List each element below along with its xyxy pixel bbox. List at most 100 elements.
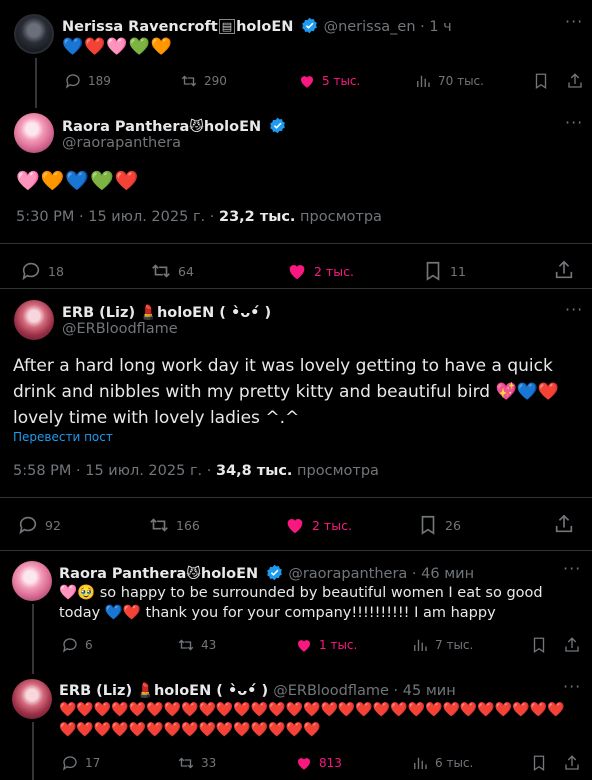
like-count: 813 xyxy=(319,756,342,770)
reply-count: 189 xyxy=(88,74,111,88)
display-name-suffix[interactable]: holoEN ( •̀ᴗ•́ ) xyxy=(157,305,271,321)
views-count: 6 тыс. xyxy=(435,756,474,770)
reply-icon xyxy=(65,74,80,89)
verified-icon xyxy=(270,117,286,134)
heart-icon xyxy=(298,640,310,652)
bookmark-icon[interactable] xyxy=(532,72,550,90)
repost-button[interactable]: 290 xyxy=(180,72,227,90)
like-count: 2 тыс. xyxy=(314,263,354,279)
repost-icon xyxy=(150,518,168,532)
more-options-icon[interactable]: ··· xyxy=(565,12,583,31)
tweet-text: After a hard long work day it was lovely… xyxy=(13,356,559,428)
more-options-icon[interactable]: ··· xyxy=(563,559,581,578)
handle-time[interactable]: @ERBloodflame · 45 мин xyxy=(273,683,455,699)
avatar[interactable] xyxy=(12,679,52,719)
tweet-header: ERB (Liz) 💄holoEN ( •̀ᴗ•́ ) xyxy=(62,302,271,321)
timestamp[interactable]: 5:58 PM · 15 июл. 2025 г. · xyxy=(13,463,216,479)
divider xyxy=(0,243,592,244)
reply-button[interactable]: 6 xyxy=(61,636,93,654)
reply-icon xyxy=(62,756,77,771)
views-button[interactable]: 6 тыс. xyxy=(411,754,473,772)
handle[interactable]: @ERBloodflame xyxy=(62,321,178,337)
handle[interactable]: @raorapanthera xyxy=(62,135,181,151)
repost-button[interactable]: 33 xyxy=(177,754,216,772)
heart-icon xyxy=(287,519,303,534)
reply-button[interactable]: 189 xyxy=(64,72,111,90)
display-name[interactable]: ERB (Liz) xyxy=(62,305,135,321)
views-button[interactable]: 7 тыс. xyxy=(411,636,473,654)
views-label: просмотра xyxy=(295,209,382,225)
display-name-suffix[interactable]: holoEN xyxy=(204,119,261,135)
bookmark-button[interactable]: 26 xyxy=(417,514,461,536)
display-name[interactable]: Nerissa Ravencroft xyxy=(62,19,218,35)
reply-count: 18 xyxy=(48,263,64,279)
repost-icon xyxy=(152,264,170,278)
bookmark-icon xyxy=(421,515,435,535)
display-name-suffix[interactable]: holoEN xyxy=(236,19,293,35)
heart-icon xyxy=(289,265,305,280)
share-icon[interactable] xyxy=(563,754,581,772)
avatar[interactable] xyxy=(14,14,54,54)
like-count: 2 тыс. xyxy=(312,517,352,533)
repost-count: 166 xyxy=(176,517,200,533)
heart-icon xyxy=(298,758,310,770)
display-name[interactable]: Raora Panthera xyxy=(59,566,186,582)
lipstick-emoji-icon: 💄 xyxy=(135,305,157,321)
divider xyxy=(0,550,592,551)
more-options-icon[interactable]: ··· xyxy=(563,677,581,696)
reply-count: 17 xyxy=(85,756,101,770)
tweet-emojis: 💙❤️🩷💚🧡 xyxy=(62,37,173,57)
bookmark-icon[interactable] xyxy=(530,754,548,772)
like-button[interactable]: 2 тыс. xyxy=(284,514,352,536)
tweet-header: ERB (Liz) 💄holoEN ( •̀ᴗ•́ ) @ERBloodflam… xyxy=(59,680,456,699)
avatar[interactable] xyxy=(14,113,54,153)
avatar[interactable] xyxy=(14,300,54,340)
like-button[interactable]: 2 тыс. xyxy=(286,260,354,282)
repost-icon xyxy=(178,639,194,651)
repost-button[interactable]: 43 xyxy=(177,636,216,654)
share-icon[interactable] xyxy=(566,72,584,90)
share-icon[interactable] xyxy=(563,636,581,654)
handle-time[interactable]: @raorapanthera · 46 мин xyxy=(288,566,474,582)
cat-emoji-icon: 😼 xyxy=(186,566,201,582)
reply-button[interactable]: 92 xyxy=(17,514,61,536)
reply-icon xyxy=(19,516,37,535)
tweet-emojis: 🩷🧡💙💚❤️ xyxy=(16,170,140,192)
verified-icon xyxy=(267,564,283,581)
repost-button[interactable]: 166 xyxy=(148,514,200,536)
reply-button[interactable]: 17 xyxy=(61,754,100,772)
avatar[interactable] xyxy=(12,561,52,601)
views-count: 7 тыс. xyxy=(435,638,474,652)
display-name[interactable]: ERB (Liz) xyxy=(59,683,132,699)
tweet-text: 🩷🥹 so happy to be surrounded by beautifu… xyxy=(59,585,543,621)
translate-link[interactable]: Перевести пост xyxy=(13,430,113,444)
repost-button[interactable]: 64 xyxy=(150,260,194,282)
views-count: 70 тыс. xyxy=(438,74,484,88)
tweet-header: Raora Panthera😼holoEN @raorapanthera · 4… xyxy=(59,563,474,582)
like-button[interactable]: 813 xyxy=(295,754,342,772)
display-name-suffix[interactable]: holoEN ( •̀ᴗ•́ ) xyxy=(154,683,268,699)
views-button[interactable]: 70 тыс. xyxy=(414,72,484,90)
bookmark-button[interactable]: 11 xyxy=(422,260,466,282)
like-button[interactable]: 5 тыс. xyxy=(298,72,360,90)
like-button[interactable]: 1 тыс. xyxy=(295,636,357,654)
like-count: 5 тыс. xyxy=(322,74,361,88)
more-options-icon[interactable]: ··· xyxy=(565,300,583,319)
thread-line xyxy=(32,722,34,780)
bookmark-icon xyxy=(426,261,440,281)
tweet-header: Nerissa Ravencroft ▤ holoEN @nerissa_en · … xyxy=(62,16,452,35)
tweet-meta: 5:30 PM · 15 июл. 2025 г. · 23,2 тыс. пр… xyxy=(16,209,382,225)
more-options-icon[interactable]: ··· xyxy=(565,113,583,132)
heart-icon xyxy=(301,76,313,88)
timestamp[interactable]: 5:30 PM · 15 июл. 2025 г. · xyxy=(16,209,219,225)
handle-time[interactable]: @nerissa_en · 1 ч xyxy=(324,19,452,35)
bookmark-icon[interactable] xyxy=(530,636,548,654)
display-name[interactable]: Raora Panthera xyxy=(62,119,189,135)
display-name-suffix[interactable]: holoEN xyxy=(201,566,258,582)
reply-button[interactable]: 18 xyxy=(20,260,64,282)
repost-count: 33 xyxy=(201,756,217,770)
repost-icon xyxy=(181,75,197,87)
share-icon[interactable] xyxy=(553,259,575,281)
share-icon[interactable] xyxy=(553,513,575,535)
views-icon xyxy=(414,639,427,651)
